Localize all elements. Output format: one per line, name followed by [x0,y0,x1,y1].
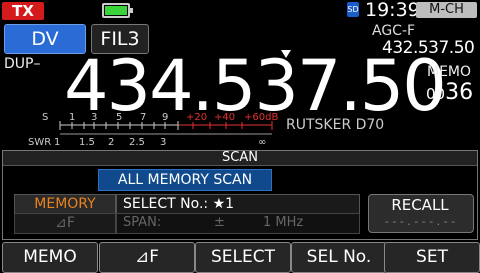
softkey-memo[interactable]: MEMO [2,242,98,273]
softkey-set[interactable]: SET [384,242,480,273]
signal-meter: S 1 3 5 7 9 +20 +40 +60dB SWR 1 1.5 2 2.… [28,112,278,148]
swr-tick-2-5: 2.5 [129,137,145,148]
sd-card-icon: SD [347,2,359,17]
memo-channel-number[interactable]: 0036 [426,80,473,105]
select-no-label: SELECT No.: ★1 [123,196,235,212]
duplex-label: DUP– [4,56,41,72]
s-tick-plus60: +60dB [244,112,278,123]
channel-mode-badge[interactable]: M-CH [416,2,477,18]
softkey-select[interactable]: SELECT [195,242,291,273]
recall-value: - - - . - - - . - - [384,215,456,228]
swr-tick-1: 1 [54,137,60,148]
scan-header: SCAN [3,151,477,166]
softkey-delta-f[interactable]: ⊿F [99,242,195,273]
agc-label: AGC-F [372,23,416,39]
memo-number: 36 [445,80,474,105]
s-tick-plus20: +20 [186,112,207,123]
s-tick-plus40: +40 [214,112,235,123]
memory-scan-button[interactable]: MEMORY [14,194,116,215]
span-plusminus: ± [214,215,225,230]
s-tick-5: 5 [116,112,122,123]
delta-f-scan-button[interactable]: ⊿F [14,213,116,234]
swr-tick-1-5: 1.5 [79,137,95,148]
s-tick-9: 9 [162,112,168,123]
s-tick-1: 1 [69,112,75,123]
span-label: SPAN: [123,215,162,230]
span-value: 1 MHz [263,215,304,230]
recall-label: RECALL [391,196,449,214]
swr-tick-inf: ∞ [258,137,266,148]
swr-label: SWR [28,137,51,148]
memo-prefix: 00 [426,85,446,103]
swr-tick-3: 3 [160,137,166,148]
scan-type-button[interactable]: ALL MEMORY SCAN [98,169,272,191]
s-tick-3: 3 [91,112,97,123]
memo-label: MEMO [427,64,472,80]
swr-tick-2: 2 [108,137,114,148]
s-label: S [42,112,48,123]
clock: 19:39 [365,0,420,21]
battery-icon [102,3,133,18]
radio-model-label: RUTSKER D70 [286,117,385,133]
s-tick-7: 7 [140,112,146,123]
softkey-sel-no[interactable]: SEL No. [291,242,387,273]
tx-indicator: TX [2,2,44,20]
